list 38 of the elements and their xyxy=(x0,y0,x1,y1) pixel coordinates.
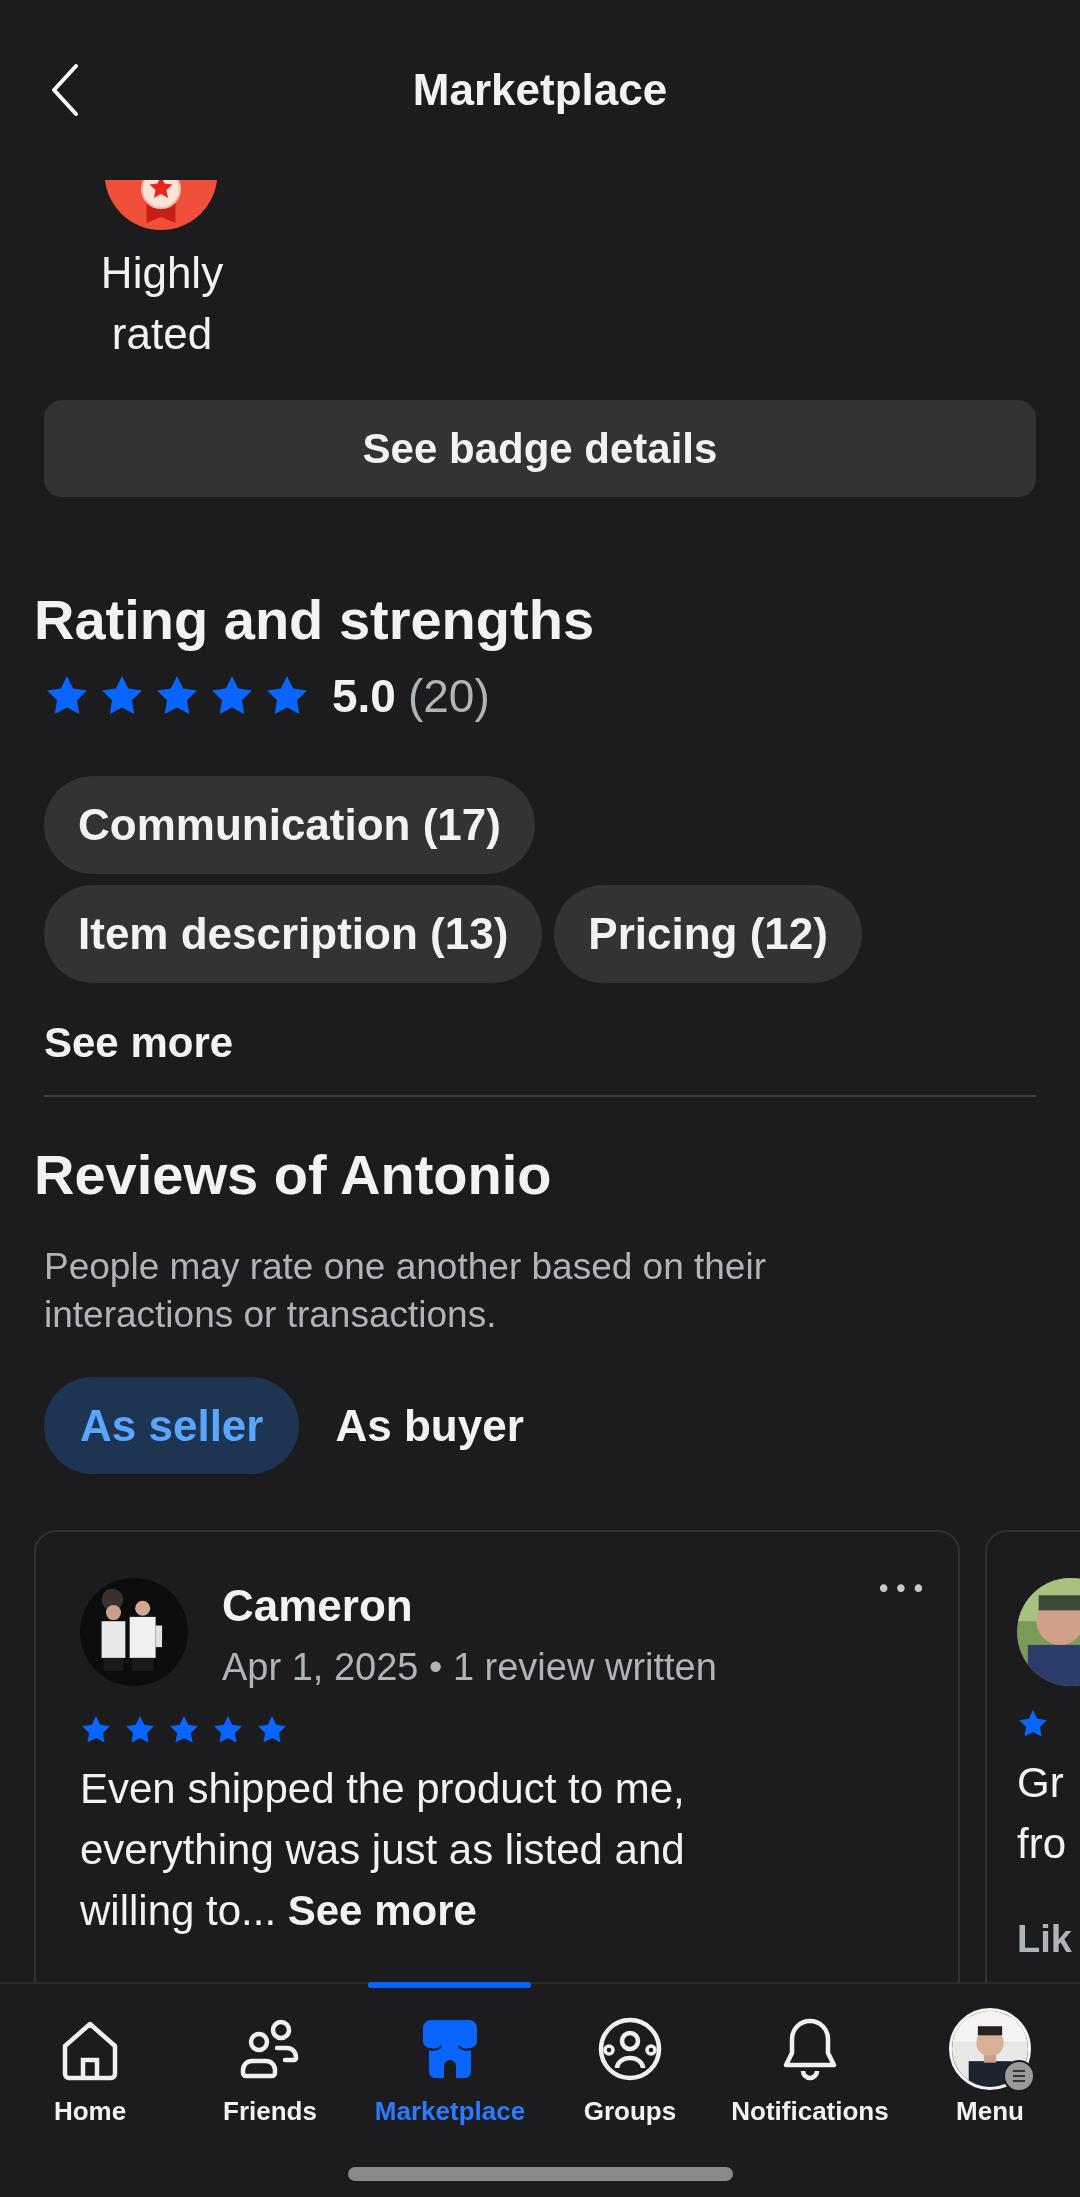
review-tab[interactable]: As seller xyxy=(44,1377,300,1474)
nav-tab[interactable]: Notifications xyxy=(720,1984,900,2144)
nav-tab[interactable]: Groups xyxy=(540,1984,720,2144)
section-heading: Rating and strengths xyxy=(34,587,596,653)
menu-icon xyxy=(1003,2060,1035,2092)
nav-tab[interactable]: Friends xyxy=(180,1984,360,2144)
review-text: Gr xyxy=(1017,1758,1065,1808)
see-more-link[interactable]: See more xyxy=(44,1017,234,1069)
star-icon xyxy=(256,1714,288,1746)
star-icon xyxy=(212,1714,244,1746)
like-button[interactable]: Lik xyxy=(1017,1918,1080,1961)
star-icon xyxy=(168,1714,200,1746)
page-title: Marketplace xyxy=(412,65,668,115)
groups-icon xyxy=(597,2016,663,2082)
badge-icon xyxy=(104,180,218,230)
star-icon xyxy=(1017,1708,1049,1740)
see-more-link[interactable]: See more xyxy=(287,1887,477,1934)
back-icon[interactable] xyxy=(50,63,80,117)
badge-label: Highly rated xyxy=(99,247,225,360)
nav-tab[interactable]: Menu xyxy=(900,1984,1080,2144)
rating-score: 5.0 xyxy=(332,669,396,723)
nav-tab[interactable]: Home xyxy=(0,1984,180,2144)
strength-chip: Item description (13) xyxy=(44,885,543,983)
star-icon xyxy=(80,1714,112,1746)
badge-details-button[interactable]: See badge details xyxy=(44,400,1036,497)
review-tab[interactable]: As buyer xyxy=(299,1377,560,1474)
rating-count: (20) xyxy=(407,669,490,723)
more-options-button[interactable]: ••• xyxy=(876,1574,928,1604)
strength-chip: Pricing (12) xyxy=(554,885,862,983)
review-text: fro xyxy=(1017,1819,1067,1869)
reviewer-name: Cameron xyxy=(222,1580,414,1632)
review-text: Even shipped the product to me, everything was just as listed and willing to... See more xyxy=(80,1764,686,1936)
review-meta: Apr 1, 2025 • 1 review written xyxy=(222,1645,717,1690)
star-icon xyxy=(124,1714,156,1746)
nav-tab[interactable]: Marketplace xyxy=(360,1984,540,2144)
section-heading: Reviews of Antonio xyxy=(34,1142,553,1208)
description-text: People may rate one another based on their interactions or transactions. xyxy=(44,1245,767,1337)
strength-chip: Communication (17) xyxy=(44,776,535,874)
